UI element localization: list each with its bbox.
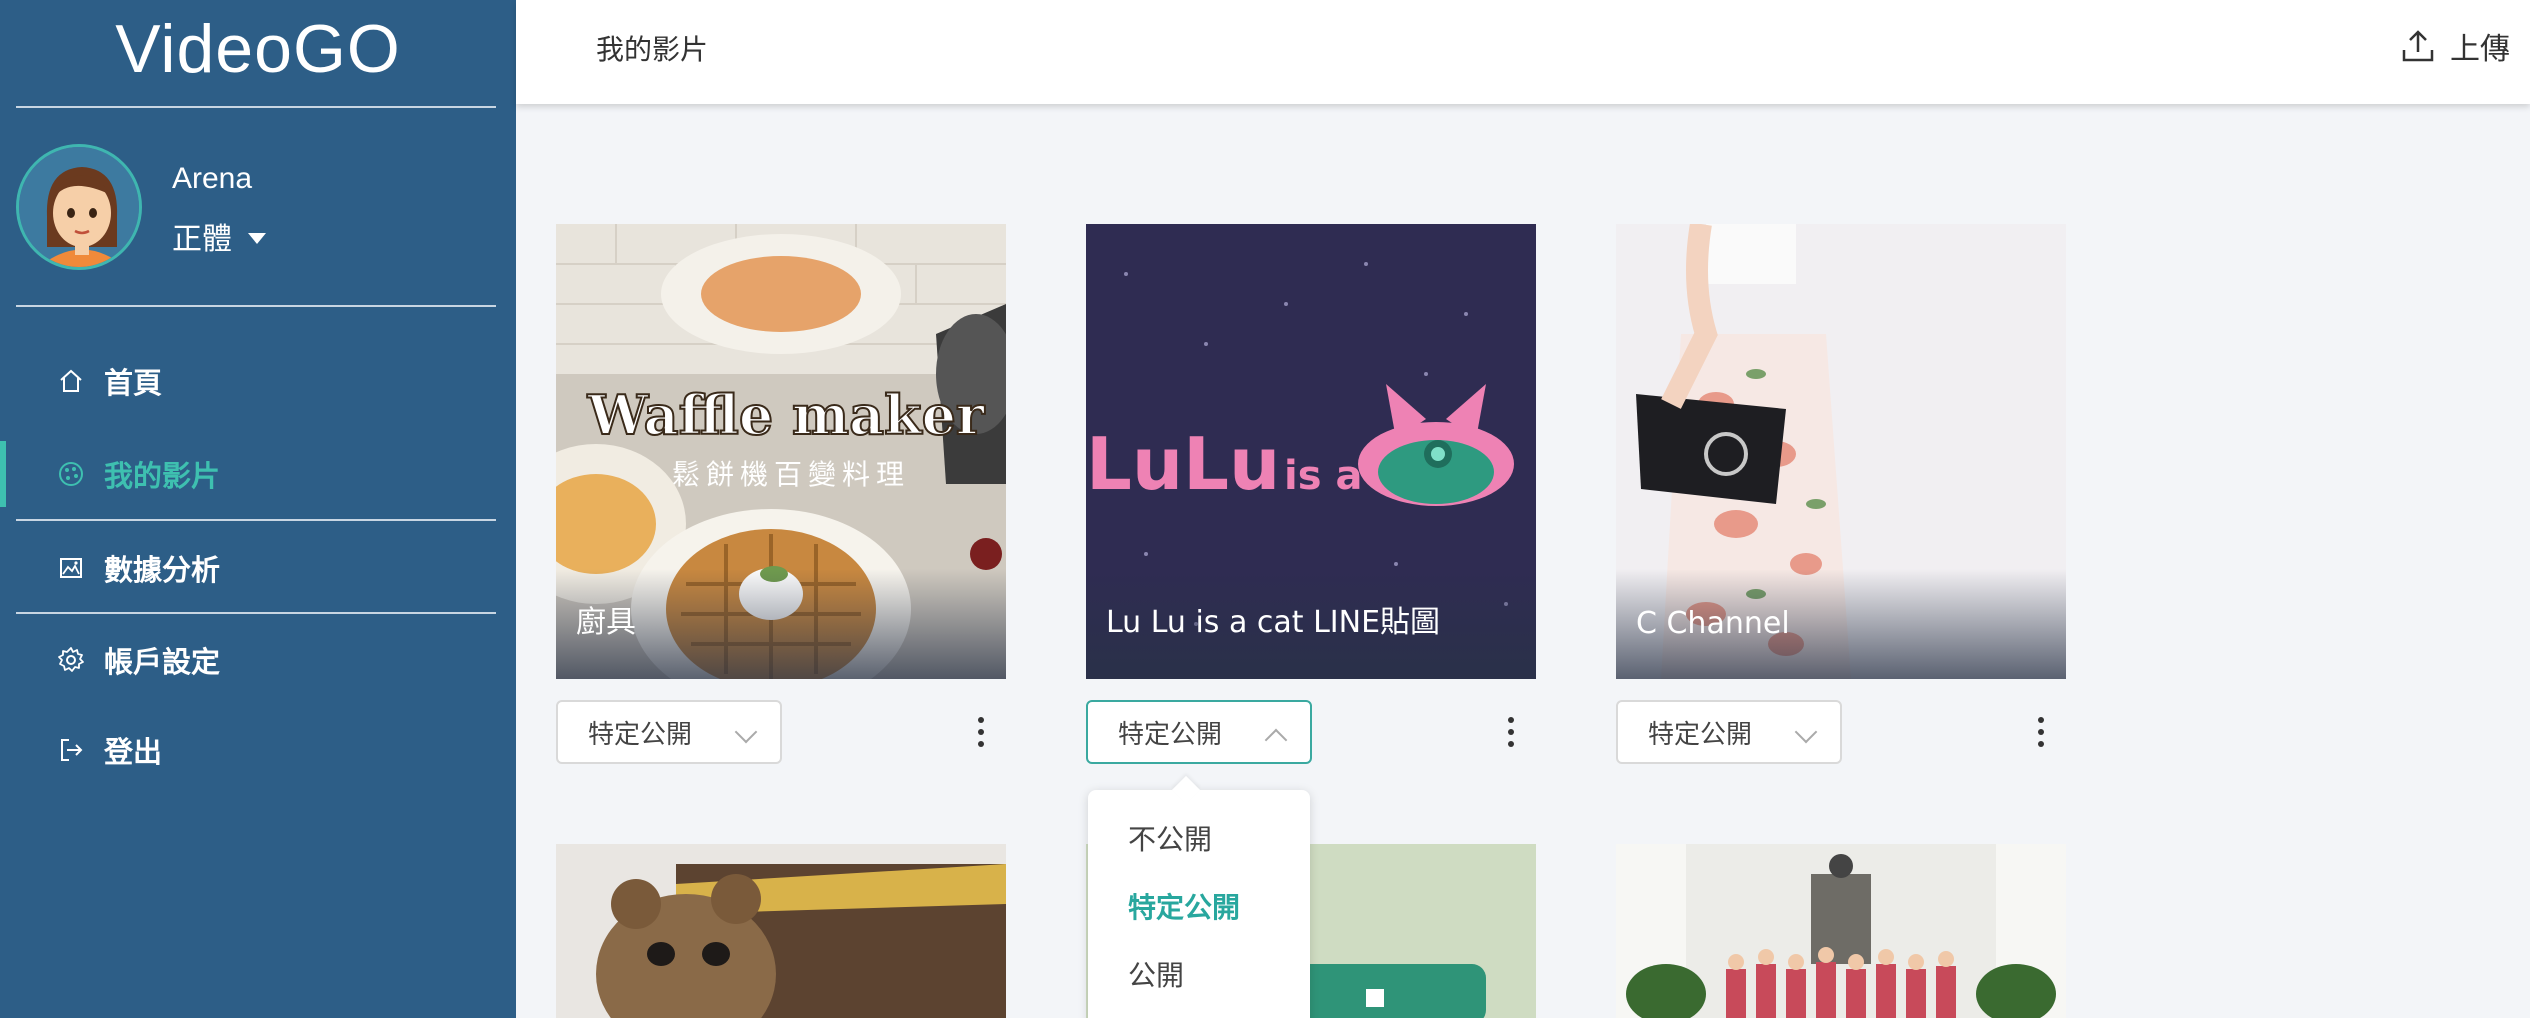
thumbnail-overlay-text: Waffle maker (587, 383, 985, 447)
upload-button[interactable]: 上傳 (2400, 24, 2510, 68)
image-chart-icon (56, 553, 86, 583)
visibility-value: 特定公開 (1648, 719, 1753, 750)
chevron-down-icon (734, 720, 758, 744)
chevron-up-icon (1264, 728, 1288, 752)
nav-item-logout[interactable]: 登出 (0, 717, 516, 783)
kebab-dot (978, 741, 984, 747)
language-label: 正體 (172, 222, 232, 257)
nav-label: 帳戶設定 (104, 645, 221, 679)
video-card[interactable]: Waffle maker 鬆餅機百變料理 廚具 (556, 224, 1006, 679)
nav-label: 數據分析 (104, 553, 221, 587)
video-card[interactable]: C Channel (1616, 224, 2066, 679)
kebab-dot (2038, 717, 2044, 723)
visibility-value: 特定公開 (588, 719, 693, 750)
chevron-down-icon (1794, 720, 1818, 744)
palette-icon (56, 459, 86, 489)
video-title: Lu Lu is a cat LINE貼圖 (1106, 605, 1441, 640)
thumbnail-overlay-text: LuLu (1086, 422, 1280, 506)
divider (16, 519, 496, 521)
sidebar: VideoGO Arena 正體 首頁 我的影片 數據分析 帳戶設定 登出 (0, 0, 516, 1018)
visibility-value: 特定公開 (1118, 719, 1223, 750)
language-selector[interactable]: 正體 (172, 214, 266, 258)
visibility-dropdown-menu: 不公開 特定公開 公開 (1088, 790, 1310, 1018)
video-title: 廚具 (576, 605, 636, 640)
nav-item-analytics[interactable]: 數據分析 (0, 535, 516, 601)
user-name: Arena (172, 162, 253, 195)
nav-label: 我的影片 (104, 459, 221, 493)
visibility-select[interactable]: 特定公開 (1086, 700, 1312, 764)
nav-label: 登出 (104, 735, 163, 769)
nav-label: 首頁 (104, 366, 163, 400)
kebab-dot (978, 729, 984, 735)
divider (16, 305, 496, 307)
kebab-dot (2038, 741, 2044, 747)
kebab-dot (978, 717, 984, 723)
video-title: C Channel (1636, 606, 1790, 641)
visibility-option-public[interactable]: 公開 (1128, 954, 1184, 994)
logout-icon (56, 735, 86, 765)
upload-icon (2402, 30, 2434, 62)
visibility-option-private[interactable]: 不公開 (1128, 818, 1212, 858)
more-options-button[interactable] (966, 707, 996, 757)
page-title: 我的影片 (596, 33, 709, 66)
divider (16, 106, 496, 108)
more-options-button[interactable] (2026, 707, 2056, 757)
video-card[interactable]: LuLu is a Lu Lu is a cat LINE貼圖 (1086, 224, 1536, 679)
video-thumbnail (556, 844, 1006, 1018)
gear-icon (56, 645, 86, 675)
thumbnail-overlay-subtext: is a (1284, 453, 1362, 499)
kebab-dot (1508, 717, 1514, 723)
nav-item-my-videos[interactable]: 我的影片 (0, 441, 516, 507)
upload-label: 上傳 (2450, 32, 2510, 67)
visibility-select[interactable]: 特定公開 (556, 700, 782, 764)
top-header: 我的影片 上傳 (516, 0, 2530, 104)
caret-down-icon (248, 232, 266, 244)
nav-item-home[interactable]: 首頁 (0, 348, 516, 414)
video-thumbnail (1616, 844, 2066, 1018)
divider (16, 612, 496, 614)
visibility-select[interactable]: 特定公開 (1616, 700, 1842, 764)
visibility-option-unlisted[interactable]: 特定公開 (1128, 886, 1240, 926)
video-card[interactable] (1616, 844, 2066, 1018)
avatar[interactable] (16, 144, 142, 270)
brand-logo[interactable]: VideoGO (0, 10, 516, 88)
thumbnail-overlay-subtext: 鬆餅機百變料理 (672, 458, 910, 491)
kebab-dot (2038, 729, 2044, 735)
nav-item-account-settings[interactable]: 帳戶設定 (0, 627, 516, 693)
kebab-dot (1508, 729, 1514, 735)
video-card[interactable] (556, 844, 1006, 1018)
more-options-button[interactable] (1496, 707, 1526, 757)
kebab-dot (1508, 741, 1514, 747)
home-icon (56, 366, 86, 396)
